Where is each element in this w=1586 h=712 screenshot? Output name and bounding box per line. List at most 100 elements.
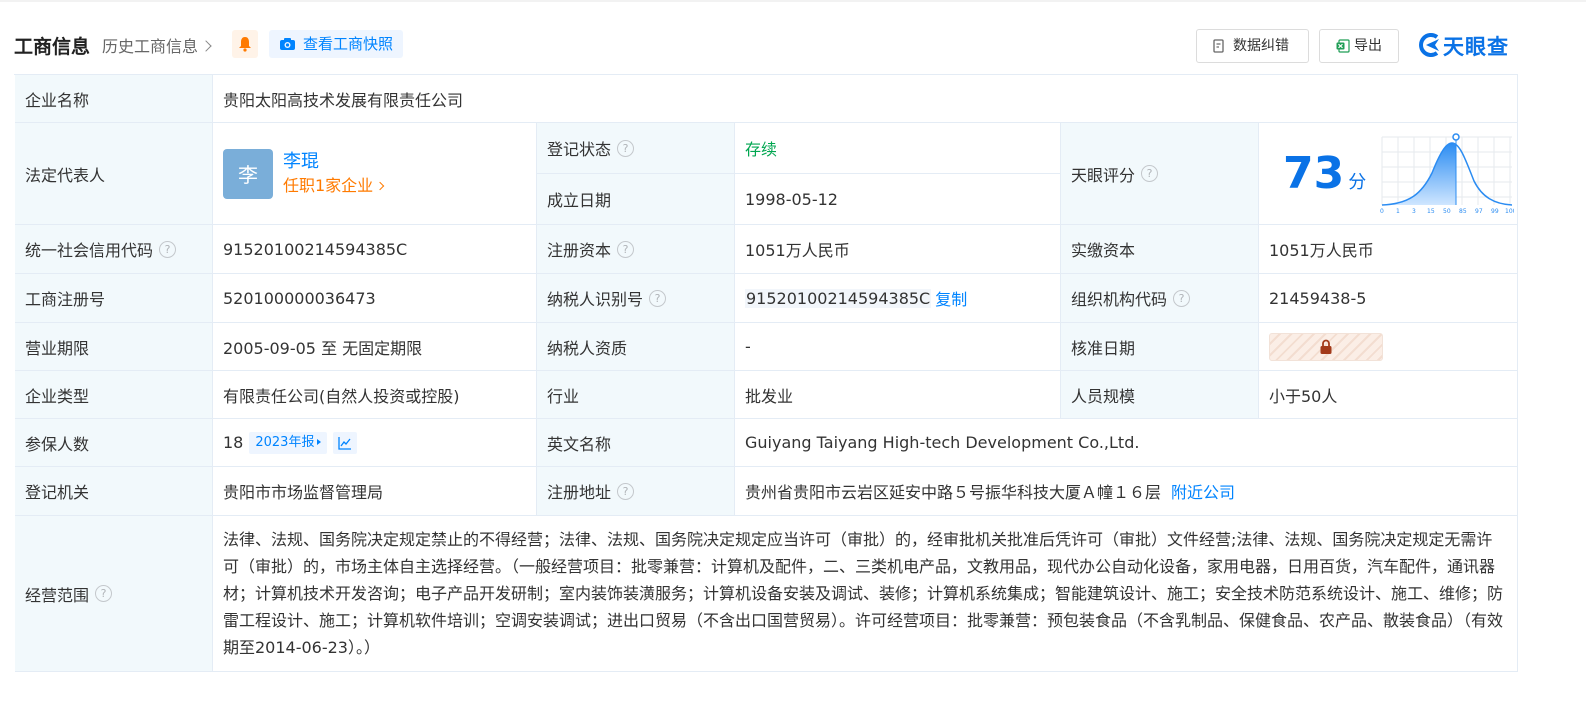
legal-rep-label: 法定代表人 — [15, 123, 213, 225]
insured-value: 18 — [223, 433, 244, 452]
triangle-right-icon — [317, 438, 322, 445]
axis-tick: 99 — [1491, 208, 1499, 215]
approval-date-label: 核准日期 — [1061, 323, 1259, 371]
locked-vip-field[interactable] — [1269, 332, 1383, 361]
company-type-label: 企业类型 — [15, 371, 213, 419]
section-header: 工商信息 历史工商信息 查看工商快照 数据纠错 导出 天眼查 — [14, 28, 1518, 64]
excel-icon — [1336, 39, 1350, 53]
axis-tick: 85 — [1459, 208, 1467, 215]
founded-label: 成立日期 — [537, 174, 735, 225]
logo-text: 天眼查 — [1443, 35, 1509, 59]
reg-status-value: 存续 — [735, 123, 1061, 174]
taxpayer-id-value: 91520100214594385C — [745, 288, 932, 308]
history-link-label: 历史工商信息 — [102, 37, 199, 56]
line-chart-icon — [338, 436, 352, 450]
approval-date-cell — [1259, 323, 1518, 371]
help-icon[interactable]: ? — [1141, 165, 1159, 182]
legal-rep-role-link[interactable]: 任职1家企业 — [283, 174, 385, 198]
axis-tick: 15 — [1427, 208, 1435, 215]
help-icon[interactable]: ? — [617, 240, 635, 258]
paid-capital-label: 实缴资本 — [1061, 225, 1259, 274]
help-icon[interactable]: ? — [617, 139, 635, 157]
scope-label: 经营范围? — [15, 516, 213, 672]
business-info-table: 企业名称 贵阳太阳高技术发展有限责任公司 法定代表人 李 李琨 任职1家企业 登… — [14, 74, 1518, 672]
export-button[interactable]: 导出 — [1319, 29, 1399, 63]
founded-value: 1998-05-12 — [735, 174, 1061, 225]
org-code-value: 21459438-5 — [1259, 274, 1518, 323]
taxpayer-qual-label: 纳税人资质 — [537, 323, 735, 371]
score-unit: 分 — [1348, 171, 1367, 193]
reg-authority-value: 贵阳市市场监督管理局 — [213, 467, 537, 516]
reg-status-label: 登记状态? — [537, 123, 735, 174]
industry-value: 批发业 — [735, 371, 1061, 419]
credit-code-value: 91520100214594385C — [213, 225, 537, 274]
reg-address-value: 贵州省贵阳市云岩区延安中路５号振华科技大厦Ａ幢１６层 — [745, 483, 1162, 502]
org-code-label: 组织机构代码? — [1061, 274, 1259, 323]
company-name-value: 贵阳太阳高技术发展有限责任公司 — [213, 75, 1518, 123]
taxpayer-qual-value: - — [735, 323, 1061, 371]
chevron-right-icon — [375, 181, 385, 190]
annual-report-button[interactable]: 2023年报 — [249, 431, 328, 454]
copy-button[interactable]: 复制 — [935, 286, 967, 310]
score-distribution-chart: 0 1 3 15 50 85 97 99 100 — [1380, 132, 1514, 215]
company-name-label: 企业名称 — [15, 75, 213, 123]
insured-cell: 18 2023年报 — [213, 419, 537, 467]
legal-rep-cell: 李 李琨 任职1家企业 — [213, 123, 537, 225]
help-icon[interactable]: ? — [649, 289, 667, 307]
paid-capital-value: 1051万人民币 — [1259, 225, 1518, 274]
nearby-companies-link[interactable]: 附近公司 — [1171, 479, 1235, 503]
reg-capital-value: 1051万人民币 — [735, 225, 1061, 274]
taxpayer-id-cell: 91520100214594385C 复制 — [735, 274, 1061, 323]
logo-mark-icon — [1419, 33, 1439, 57]
company-type-value: 有限责任公司(自然人投资或控股) — [213, 371, 537, 419]
snapshot-button-label: 查看工商快照 — [303, 35, 394, 53]
lock-icon — [1320, 339, 1332, 354]
bell-icon — [239, 37, 251, 52]
score-number: 73 — [1283, 147, 1345, 199]
reg-address-cell: 贵州省贵阳市云岩区延安中路５号振华科技大厦Ａ幢１６层 附近公司 — [735, 467, 1518, 516]
english-name-label: 英文名称 — [537, 419, 735, 467]
term-label: 营业期限 — [15, 323, 213, 371]
axis-tick: 3 — [1412, 208, 1416, 215]
axis-tick: 0 — [1380, 208, 1384, 215]
staff-size-label: 人员规模 — [1061, 371, 1259, 419]
reg-authority-label: 登记机关 — [15, 467, 213, 516]
snapshot-button[interactable]: 查看工商快照 — [269, 30, 404, 58]
english-name-value: Guiyang Taiyang High-tech Development Co… — [735, 419, 1518, 467]
reg-address-label: 注册地址? — [537, 467, 735, 516]
axis-tick: 50 — [1443, 208, 1451, 215]
reg-number-label: 工商注册号 — [15, 274, 213, 323]
axis-tick: 97 — [1475, 208, 1483, 215]
history-link[interactable]: 历史工商信息 — [102, 33, 212, 57]
reg-number-value: 520100000036473 — [213, 274, 537, 323]
reg-capital-label: 注册资本? — [537, 225, 735, 274]
export-label: 导出 — [1354, 38, 1382, 54]
insured-label: 参保人数 — [15, 419, 213, 467]
help-icon[interactable]: ? — [159, 240, 177, 258]
monitor-bell-button[interactable] — [232, 30, 258, 58]
help-icon[interactable]: ? — [95, 585, 113, 602]
top-divider — [0, 0, 1586, 2]
scope-value: 法律、法规、国务院决定规定禁止的不得经营；法律、法规、国务院决定规定应当许可（审… — [213, 516, 1518, 672]
tianyan-score-label: 天眼评分? — [1061, 123, 1259, 225]
document-edit-icon — [1213, 39, 1224, 53]
staff-size-value: 小于50人 — [1259, 371, 1518, 419]
taxpayer-id-label: 纳税人识别号? — [537, 274, 735, 323]
camera-icon — [280, 38, 295, 50]
chevron-right-icon — [200, 40, 212, 52]
data-error-label: 数据纠错 — [1233, 38, 1289, 54]
section-title: 工商信息 — [14, 36, 91, 58]
credit-code-label: 统一社会信用代码? — [15, 225, 213, 274]
tianyancha-logo: 天眼查 — [1417, 31, 1519, 59]
avatar[interactable]: 李 — [223, 148, 273, 199]
industry-label: 行业 — [537, 371, 735, 419]
trend-chart-button[interactable] — [333, 431, 358, 454]
axis-tick: 100 — [1505, 208, 1514, 215]
term-value: 2005-09-05 至 无固定期限 — [213, 323, 537, 371]
data-error-button[interactable]: 数据纠错 — [1196, 29, 1309, 63]
tianyan-score-cell[interactable]: 73 分 0 1 3 15 50 85 97 99 100 — [1259, 123, 1518, 225]
axis-tick: 1 — [1396, 208, 1400, 215]
help-icon[interactable]: ? — [1173, 289, 1191, 307]
legal-rep-name-link[interactable]: 李琨 — [283, 150, 383, 174]
help-icon[interactable]: ? — [617, 482, 635, 500]
